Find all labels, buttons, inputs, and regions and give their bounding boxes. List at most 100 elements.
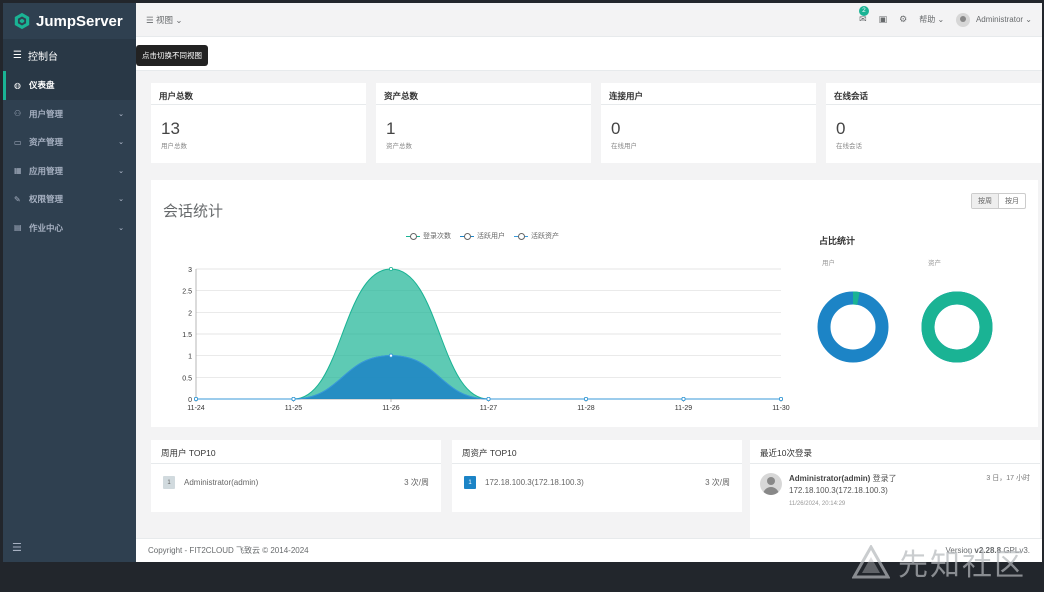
x-tick-label: 11-28 [577, 405, 594, 412]
stats-row: 用户总数 13 用户总数 资产总数 1 资产总数 连接用户 0 在线用户 在线会… [151, 83, 1041, 163]
web-terminal-icon[interactable]: ▣ [879, 14, 888, 25]
y-tick-label: 1 [188, 354, 192, 361]
user-avatar-icon [760, 473, 782, 495]
sidebar-item-dashboard[interactable]: ◍ 仪表盘 [3, 71, 136, 100]
logo[interactable]: JumpServer [3, 3, 136, 39]
data-point [388, 353, 393, 358]
sidebar-item-label: 应用管理 [29, 165, 64, 176]
help-menu[interactable]: 帮助 ⌄ [919, 14, 944, 25]
y-tick-label: 1.5 [182, 332, 192, 339]
chevron-down-icon: ⌄ [118, 139, 124, 147]
x-tick-label: 11-27 [480, 405, 497, 412]
stat-subtitle: 在线会话 [836, 143, 862, 150]
chevron-down-icon: ⌄ [1025, 14, 1032, 24]
sidebar-item-label: 用户管理 [29, 108, 64, 119]
sidebar-item-assets[interactable]: ▭ 资产管理 ⌄ [3, 128, 136, 157]
sidebar-item-permissions[interactable]: ✎ 权限管理 ⌄ [3, 185, 136, 214]
x-tick-label: 11-24 [187, 405, 204, 412]
stat-subtitle: 资产总数 [386, 143, 412, 150]
sidebar: JumpServer ☰ 控制台 ◍ 仪表盘 ⚇ 用户管理 ⌄ ▭ 资产管理 ⌄… [3, 3, 136, 562]
copyright: Copyright - FIT2CLOUD 飞致云 © 2014-2024 [148, 546, 309, 555]
grid-icon: ▦ [14, 166, 22, 176]
sidebar-item-label: 权限管理 [29, 194, 64, 205]
sidebar-header[interactable]: ☰ 控制台 [3, 39, 136, 71]
list-item[interactable]: 1 Administrator(admin) 3 次/周 [151, 464, 441, 489]
month-button[interactable]: 按月 [999, 194, 1025, 208]
main-content: ☰ 视图 ⌄ ✉ 2 ▣ ⚙ 帮助 ⌄ Administrator ⌄ 点击切换… [136, 3, 1042, 562]
user-name: Administrator(admin) [184, 478, 259, 487]
sidebar-header-label: 控制台 [27, 51, 58, 63]
login-asset: 172.18.100.3(172.18.100.3) [789, 486, 888, 495]
stat-card-online-users: 连接用户 0 在线用户 [601, 83, 816, 163]
stat-value: 0 [611, 119, 621, 138]
settings-gear-icon[interactable]: ⚙ [899, 14, 907, 25]
week-button[interactable]: 按周 [972, 194, 999, 208]
asset-ratio-donut-active [921, 291, 993, 363]
sidebar-item-applications[interactable]: ▦ 应用管理 ⌄ [3, 157, 136, 186]
app-name: JumpServer [36, 12, 123, 30]
list-item[interactable]: 1 172.18.100.3(172.18.100.3) 3 次/周 [452, 464, 742, 489]
login-time: 11/26/2024, 20:14:29 [789, 501, 846, 507]
stat-title: 在线会话 [826, 83, 1041, 105]
sidebar-item-users[interactable]: ⚇ 用户管理 ⌄ [3, 100, 136, 129]
stat-card-online-sessions: 在线会话 0 在线会话 [826, 83, 1041, 163]
user-ratio-donut-base [817, 291, 889, 363]
mail-button[interactable]: ✉ 2 [859, 6, 869, 25]
page-header: 点击切换不同视图 [136, 37, 1042, 71]
ratio-donuts [817, 291, 993, 363]
session-stats-panel: 会话统计 按周 按月 登录次数 活跃用户 活跃资产 0 0.5 1 1.5 2 … [151, 180, 1038, 427]
list-item[interactable]: Administrator(admin) 登录了 172.18.100.3(17… [750, 464, 1040, 510]
notification-badge: 2 [859, 6, 869, 16]
terminal-icon: ▤ [14, 223, 22, 233]
view-label: 视图 [156, 14, 174, 25]
chevron-down-icon: ⌄ [118, 110, 124, 118]
recent-logins-title: 最近10次登录 [750, 440, 1040, 464]
inbox-icon: ▭ [14, 137, 22, 147]
sidebar-item-label: 资产管理 [29, 137, 64, 148]
login-ago: 3 日，17 小时 [986, 475, 1030, 482]
chevron-down-icon: ⌄ [118, 196, 124, 204]
sidebar-item-label: 仪表盘 [29, 80, 55, 91]
x-tick-label: 11-30 [772, 405, 789, 412]
chevron-down-icon: ⌄ [937, 15, 945, 24]
data-point [583, 396, 588, 401]
view-switch-tooltip: 点击切换不同视图 [136, 45, 208, 66]
data-point [194, 396, 199, 401]
watermark-logo-icon [852, 545, 890, 579]
period-toggle: 按周 按月 [971, 193, 1026, 209]
user-name: Administrator [975, 14, 1024, 24]
ratio-title: 占比统计 [819, 236, 856, 246]
x-tick-label: 11-29 [675, 405, 692, 412]
top-navbar: ☰ 视图 ⌄ ✉ 2 ▣ ⚙ 帮助 ⌄ Administrator ⌄ [136, 3, 1042, 37]
stat-value: 1 [386, 119, 396, 138]
ratio-asset-label: 资产 [928, 260, 941, 267]
rank-badge: 1 [163, 476, 175, 489]
stat-card-users: 用户总数 13 用户总数 [151, 83, 366, 163]
data-point [486, 396, 491, 401]
visit-count: 3 次/周 [404, 478, 429, 487]
login-action: 登录了 [872, 474, 897, 483]
sidebar-item-job-center[interactable]: ▤ 作业中心 ⌄ [3, 214, 136, 243]
menu-icon: ☰ [146, 14, 154, 25]
session-area-chart: 0 0.5 1 1.5 2 2.5 3 11-24 11-25 11-26 11-27 11-28 11… [182, 267, 790, 412]
data-point [388, 267, 393, 272]
users-icon: ⚇ [14, 109, 22, 119]
stat-subtitle: 在线用户 [611, 143, 637, 150]
dashboard-icon: ◍ [14, 80, 21, 90]
sidebar-collapse-icon[interactable]: ☰ [12, 541, 22, 554]
top-users-card: 周用户 TOP10 1 Administrator(admin) 3 次/周 [151, 440, 441, 512]
watermark-text: 先知社区 [898, 548, 1026, 583]
data-point [779, 396, 784, 401]
view-switch-button[interactable]: ☰ 视图 ⌄ [146, 14, 183, 26]
x-tick-label: 11-25 [285, 405, 302, 412]
data-point [681, 396, 686, 401]
edit-icon: ✎ [14, 194, 21, 204]
avatar [956, 12, 971, 27]
chevron-down-icon: ⌄ [175, 14, 183, 25]
login-user: Administrator(admin) [789, 474, 871, 483]
chevron-down-icon: ⌄ [118, 224, 124, 232]
y-tick-label: 0 [188, 397, 192, 404]
chevron-down-icon: ⌄ [118, 167, 124, 175]
user-menu[interactable]: Administrator ⌄ [956, 12, 1032, 27]
stat-title: 用户总数 [151, 83, 366, 105]
